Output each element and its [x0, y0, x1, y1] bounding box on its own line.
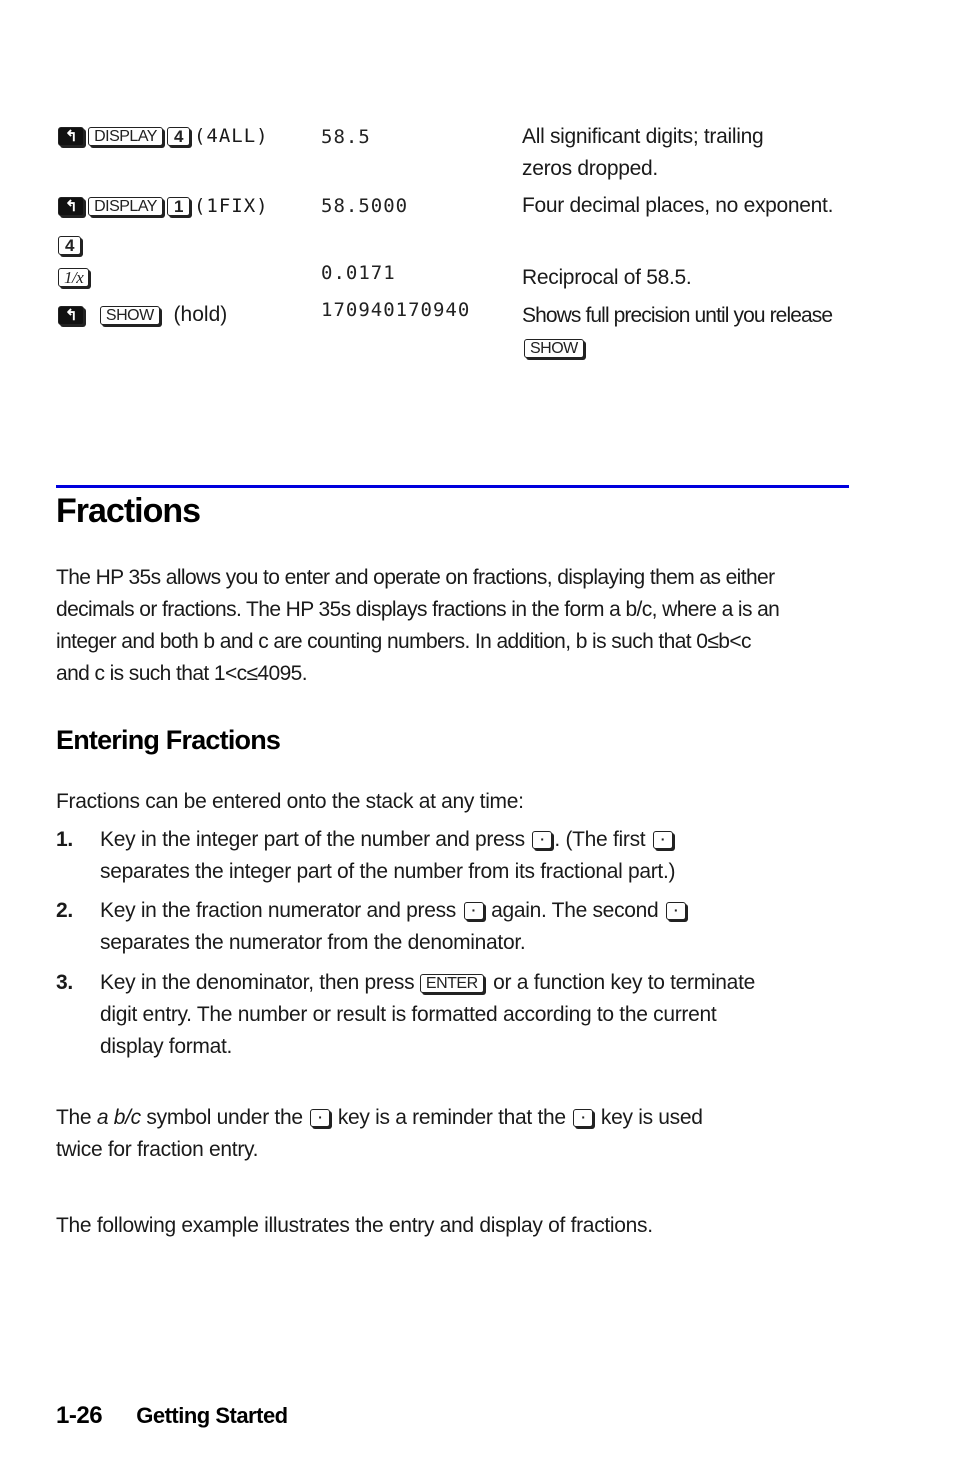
step-text: Key in the fraction numerator and press	[100, 899, 456, 922]
step-text: . (The first	[554, 828, 646, 851]
menu-option: (1FIX)	[193, 195, 269, 217]
closing-text: The following example illustrates the en…	[56, 1214, 653, 1237]
table-row-keys: ↰ SHOW (hold)	[58, 303, 227, 327]
row-description: Reciprocal of 58.5.	[522, 262, 692, 294]
digit-key: 1	[166, 196, 190, 216]
section-title: Fractions	[56, 492, 201, 530]
paragraph-line: decimals or fractions. The HP 35s displa…	[56, 598, 780, 621]
table-row-keys: 1/x	[58, 265, 93, 289]
note-text: twice for fraction entry.	[56, 1138, 259, 1161]
paragraph-line: and c is such that 1<c≤4095.	[56, 662, 308, 685]
decimal-point-key-icon: ·	[463, 902, 484, 921]
show-key: SHOW	[99, 305, 160, 325]
step-number: 3.	[56, 971, 73, 994]
step-number: 1.	[56, 828, 73, 851]
note-text: key is used	[600, 1106, 703, 1129]
enter-key: ENTER	[419, 973, 484, 993]
description-line: zeros dropped.	[522, 157, 658, 180]
left-shift-key-icon: ↰	[58, 126, 85, 146]
display-key: DISPLAY	[88, 126, 163, 146]
step-text: digit entry. The number or result is for…	[100, 1003, 717, 1026]
section-rule	[56, 485, 849, 488]
display-value: 58.5	[321, 126, 371, 148]
decimal-point-key-icon: ·	[665, 902, 686, 921]
note-text: The	[56, 1106, 92, 1129]
row-description: Shows full precision until you release S…	[522, 300, 833, 364]
left-shift-key-icon: ↰	[58, 196, 85, 216]
step-2: 2. Key in the fraction numerator and pre…	[56, 895, 856, 959]
row-description: All significant digits; trailing zeros d…	[522, 121, 764, 185]
hold-label: (hold)	[173, 303, 228, 326]
left-shift-key-icon: ↰	[58, 305, 85, 325]
step-text: Key in the integer part of the number an…	[100, 828, 525, 851]
step-number: 2.	[56, 899, 73, 922]
paragraph-line: The HP 35s allows you to enter and opera…	[56, 566, 775, 589]
step-text: Key in the denominator, then press	[100, 971, 415, 994]
description-line: Shows full precision until you release	[522, 304, 833, 327]
display-value: 58.5000	[321, 195, 409, 217]
decimal-point-key-icon: ·	[532, 831, 553, 850]
lead-text: Fractions can be entered onto the stack …	[56, 790, 524, 813]
row-description: Four decimal places, no exponent.	[522, 190, 833, 222]
note-text: key is a reminder that the	[337, 1106, 566, 1129]
table-row-keys: ↰ DISPLAY 1 (1FIX)	[58, 194, 269, 218]
intro-paragraph: The HP 35s allows you to enter and opera…	[56, 562, 856, 690]
decimal-point-key-icon: ·	[652, 831, 673, 850]
digit-key: 4	[166, 126, 190, 146]
display-value: 0.0171	[321, 262, 396, 284]
subsection-title: Entering Fractions	[56, 725, 281, 755]
step-text: again. The second	[491, 899, 659, 922]
menu-option: (4ALL)	[193, 125, 269, 147]
display-value: 170940170940	[321, 299, 471, 321]
description-line: Four decimal places, no exponent.	[522, 194, 834, 217]
description-line: Reciprocal of 58.5.	[522, 266, 692, 289]
chapter-title: Getting Started	[136, 1403, 288, 1428]
note-text: symbol under the	[146, 1106, 303, 1129]
decimal-point-key-icon: ·	[573, 1109, 594, 1128]
step-text: separates the numerator from the denomin…	[100, 931, 526, 954]
abc-symbol-text: a b/c	[96, 1106, 141, 1129]
table-row-keys: ↰ DISPLAY 4 (4ALL)	[58, 124, 269, 148]
description-line: All significant digits; trailing	[522, 125, 764, 148]
page-footer: 1-26 Getting Started	[56, 1402, 288, 1430]
decimal-point-key-icon: ·	[310, 1109, 331, 1128]
step-1: 1. Key in the integer part of the number…	[56, 824, 856, 888]
paragraph-line: integer and both b and c are counting nu…	[56, 630, 752, 653]
step-text: or a function key to terminate	[493, 971, 755, 994]
step-3: 3. Key in the denominator, then press EN…	[56, 967, 856, 1063]
note-paragraph: The a b/c symbol under the · key is a re…	[56, 1102, 856, 1166]
step-text: display format.	[100, 1035, 233, 1058]
reciprocal-key: 1/x	[58, 267, 90, 287]
show-key: SHOW	[524, 338, 584, 358]
step-text: separates the integer part of the number…	[100, 860, 676, 883]
digit-key: 4	[58, 235, 81, 255]
display-key: DISPLAY	[88, 196, 163, 216]
page-number: 1-26	[56, 1402, 103, 1429]
table-row-keys: 4	[58, 233, 85, 257]
